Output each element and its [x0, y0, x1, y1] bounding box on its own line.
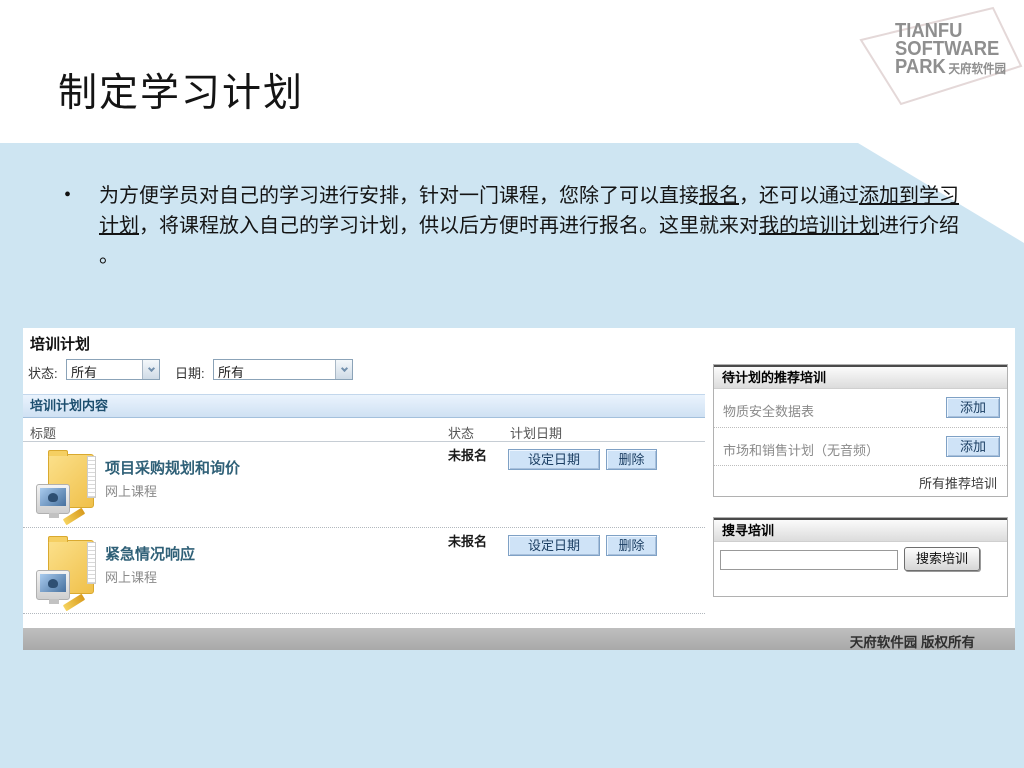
presentation-slide: 制定学习计划 TIANFU SOFTWARE PARK 天府软件园 • 为方便学…: [0, 0, 1024, 768]
recommended-item-title: 市场和销售计划（无音频）: [723, 443, 880, 458]
search-header: 搜寻培训: [714, 518, 1007, 542]
column-header-title: 标题: [30, 426, 57, 441]
logo-chinese-name: 天府软件园: [948, 62, 1007, 76]
tianfu-logo: TIANFU SOFTWARE PARK 天府软件园: [843, 4, 1023, 108]
divider: [714, 465, 1007, 466]
date-filter-value: 所有: [218, 365, 245, 380]
set-date-button[interactable]: 设定日期: [508, 535, 600, 556]
logo-line3: PARK: [895, 56, 946, 78]
course-folder-icon: [36, 450, 100, 526]
add-button[interactable]: 添加: [946, 397, 1000, 418]
status-filter-select[interactable]: 所有: [66, 359, 160, 380]
search-submit-button[interactable]: 搜索培训: [904, 547, 980, 571]
status-filter-value: 所有: [71, 365, 98, 380]
course-status: 未报名: [448, 534, 488, 549]
logo-text: TIANFU SOFTWARE PARK 天府软件园: [895, 21, 1007, 78]
course-row: 项目采购规划和询价 网上课程 未报名 设定日期 删除: [23, 442, 705, 528]
delete-button[interactable]: 删除: [606, 535, 657, 556]
course-folder-icon: [36, 536, 100, 612]
all-recommended-link[interactable]: 所有推荐培训: [919, 473, 997, 492]
add-button[interactable]: 添加: [946, 436, 1000, 457]
page-title: 培训计划: [30, 336, 91, 353]
chevron-down-icon: [340, 364, 348, 373]
slide-title: 制定学习计划: [58, 72, 305, 115]
course-type: 网上课程: [105, 570, 158, 585]
plan-content-header-bar: 培训计划内容: [23, 394, 705, 418]
set-date-button[interactable]: 设定日期: [508, 449, 600, 470]
recommended-item-title: 物质安全数据表: [723, 404, 815, 419]
divider: [714, 427, 1007, 428]
status-filter-label: 状态:: [28, 366, 58, 381]
status-select-arrow-button[interactable]: [142, 360, 159, 379]
copyright-footer-bar: 天府软件园 版权所有: [23, 628, 1015, 650]
chevron-down-icon: [147, 364, 155, 373]
embedded-app-screenshot: 培训计划 状态: 所有 日期: 所有 培训计划内容 标题 状态 计划日期 项目采…: [23, 328, 1015, 650]
recommended-panel: 待计划的推荐培训 物质安全数据表 添加 市场和销售计划（无音频） 添加 所有推荐…: [713, 364, 1008, 497]
table-column-headers: 标题 状态 计划日期: [23, 419, 705, 442]
plan-content-header: 培训计划内容: [30, 398, 109, 413]
course-title-link[interactable]: 紧急情况响应: [105, 543, 195, 564]
course-type: 网上课程: [105, 484, 158, 499]
bullet-paragraph: 为方便学员对自己的学习进行安排，针对一门课程，您除了可以直接报名，还可以通过添加…: [99, 185, 959, 267]
recommended-header: 待计划的推荐培训: [714, 365, 1007, 389]
search-input[interactable]: [720, 550, 898, 570]
delete-button[interactable]: 删除: [606, 449, 657, 470]
copyright-text: 天府软件园 版权所有: [849, 635, 975, 650]
search-panel: 搜寻培训 搜索培训: [713, 517, 1008, 597]
date-filter-select[interactable]: 所有: [213, 359, 353, 380]
course-status: 未报名: [448, 448, 488, 463]
bullet-marker: •: [64, 184, 72, 206]
column-header-plan-date: 计划日期: [510, 426, 563, 441]
date-filter-label: 日期:: [175, 366, 205, 381]
date-select-arrow-button[interactable]: [335, 360, 352, 379]
column-header-status: 状态: [448, 426, 475, 441]
course-row: 紧急情况响应 网上课程 未报名 设定日期 删除: [23, 528, 705, 614]
course-title-link[interactable]: 项目采购规划和询价: [105, 457, 240, 478]
